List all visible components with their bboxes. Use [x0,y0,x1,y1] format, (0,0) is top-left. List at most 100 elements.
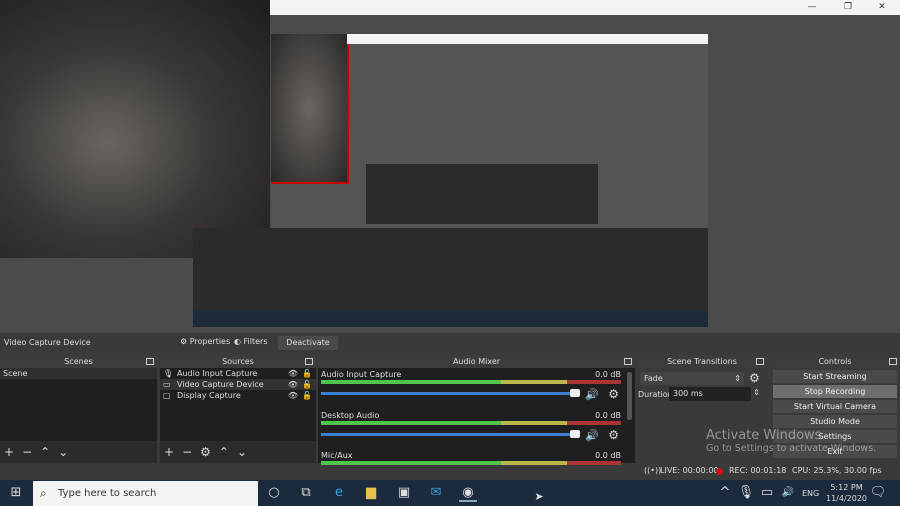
popout-icon[interactable] [146,358,154,365]
cortana-icon[interactable]: ○ [265,484,283,502]
volume-meter [321,421,621,425]
volume-slider[interactable] [321,389,580,397]
selected-source-name: Video Capture Device [4,338,91,347]
cpu-usage: CPU: 25.3%, 30.00 fps [792,466,882,475]
up-icon[interactable]: ⌃ [219,445,229,459]
studio-mode-button[interactable]: Studio Mode [773,415,897,428]
notification-icon[interactable]: 🗨 [869,484,887,502]
volume-slider[interactable] [321,430,580,438]
add-icon[interactable]: + [164,445,174,459]
source-item[interactable]: ▢ Display Capture 👁 🔓 [160,390,316,401]
webcam-feed [0,0,270,258]
gear-icon[interactable]: ⚙ [749,371,760,385]
obs-icon[interactable]: ◉ [459,484,477,502]
watermark-title: Activate Windows [706,428,822,443]
channel-name: Audio Input Capture [321,370,402,379]
start-streaming-button[interactable]: Start Streaming [773,370,897,383]
monitor-icon: ▢ [163,391,171,400]
chevron-updown-icon: ⇕ [734,374,741,383]
speaker-icon[interactable]: 🔊 [585,388,599,401]
eye-icon[interactable]: 👁 [288,390,298,401]
status-bar: ((•)) LIVE: 00:00:00 REC: 00:01:18 CPU: … [640,466,900,478]
store-icon[interactable]: ▣ [395,484,413,502]
mail-icon[interactable]: ✉ [427,484,445,502]
properties-button[interactable]: ⚙ Properties [180,337,230,346]
eye-icon[interactable]: 👁 [288,368,298,379]
channel-db: 0.0 dB [595,451,621,460]
remove-icon[interactable]: − [182,445,192,459]
scrollbar[interactable] [627,372,632,420]
clock-date: 11/4/2020 [826,494,868,503]
clock[interactable]: 5:12 PM 11/4/2020 [826,482,867,504]
down-icon[interactable]: ⌄ [237,445,247,459]
start-virtual-camera-button[interactable]: Start Virtual Camera [773,400,897,413]
watermark-subtitle: Go to Settings to activate Windows. [706,443,877,454]
lock-icon[interactable]: 🔓 [302,390,312,401]
source-toolbar: Video Capture Device ⚙ Properties ◐ Filt… [0,335,900,351]
camera-icon: ▭ [163,380,171,389]
lock-icon[interactable]: 🔓 [302,379,312,390]
sources-title: Sources [222,357,254,366]
speaker-icon[interactable]: 🔊 [585,429,599,442]
search-placeholder: Type here to search [58,488,157,499]
volume-meter [321,461,621,465]
down-icon[interactable]: ⌄ [58,445,68,459]
recursive-taskbar [193,311,708,327]
spinner-icon[interactable]: ⇕ [753,388,760,397]
source-label: Audio Input Capture [177,369,258,378]
source-label: Video Capture Device [177,380,264,389]
microphone-icon[interactable]: 🎙 [737,484,755,502]
volume-icon[interactable]: 🔊 [779,484,797,502]
lock-icon[interactable]: 🔓 [302,368,312,379]
task-view-icon[interactable]: ⧉ [297,484,315,502]
source-item[interactable]: 🎙 Audio Input Capture 👁 🔓 [160,368,316,379]
popout-icon[interactable] [756,358,764,365]
remove-icon[interactable]: − [22,445,32,459]
eye-icon[interactable]: 👁 [288,379,298,390]
filters-button[interactable]: ◐ Filters [234,337,268,346]
source-item[interactable]: ▭ Video Capture Device 👁 🔓 [160,379,316,390]
mixer-channel: Audio Input Capture 0.0 dB 🔊 ⚙ [321,370,621,411]
network-icon[interactable]: ▭ [758,484,776,502]
popout-icon[interactable] [624,358,632,365]
gear-icon[interactable]: ⚙ [608,428,619,442]
recursive-capture [271,34,708,230]
filters-label: Filters [243,337,268,346]
activate-windows-watermark: Activate Windows Go to Settings to activ… [706,428,876,454]
edge-icon[interactable]: e [330,484,348,502]
controls-title: Controls [818,357,852,366]
add-icon[interactable]: + [4,445,14,459]
microphone-icon: 🎙 [163,369,174,378]
close-icon[interactable]: ✕ [868,0,896,15]
gear-icon[interactable]: ⚙ [608,387,619,401]
maximize-icon[interactable]: ❐ [834,0,862,15]
transitions-title: Scene Transitions [667,357,737,366]
scene-item[interactable]: Scene [0,368,157,379]
transition-value: Fade [644,374,663,383]
taskbar-search[interactable]: ⌕ Type here to search [33,481,258,506]
preview-canvas[interactable]: — ❐ ✕ [0,0,900,333]
transition-select[interactable]: Fade ⇕ [640,372,744,385]
window-titlebar: — ❐ ✕ [270,0,900,15]
language-indicator[interactable]: ENG [802,489,819,498]
channel-name: Desktop Audio [321,411,380,420]
duration-input[interactable]: 300 ms [669,387,751,401]
mouse-cursor-icon: ➤ [534,490,544,503]
clock-time: 5:12 PM [830,483,863,492]
windows-start-icon[interactable]: ⊞ [7,484,25,502]
mixer-channel: Desktop Audio 0.0 dB 🔊 ⚙ [321,411,621,451]
scenes-dock: Scenes Scene + − ⌃ ⌄ [0,355,157,463]
live-time: LIVE: 00:00:00 [660,466,719,475]
properties-label: Properties [189,337,231,346]
popout-icon[interactable] [305,358,313,365]
popout-icon[interactable] [889,358,897,365]
up-icon[interactable]: ⌃ [40,445,50,459]
stop-recording-button[interactable]: Stop Recording [773,385,897,398]
search-icon: ⌕ [40,486,47,500]
gear-icon[interactable]: ⚙ [200,445,211,459]
deactivate-button[interactable]: Deactivate [278,336,338,350]
file-explorer-icon[interactable]: ▆ [362,484,380,502]
channel-db: 0.0 dB [595,411,621,420]
minimize-icon[interactable]: — [798,0,826,15]
chevron-up-icon[interactable]: ^ [716,484,734,502]
